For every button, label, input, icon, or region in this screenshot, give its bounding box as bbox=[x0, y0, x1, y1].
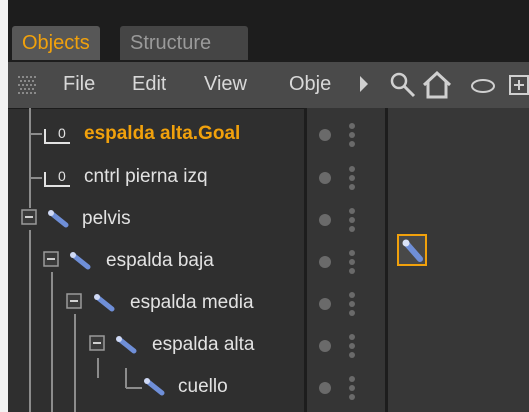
joint-icon bbox=[48, 210, 69, 228]
expand-toggle-icon[interactable] bbox=[88, 334, 108, 354]
menu-overflow-arrow-icon[interactable] bbox=[360, 76, 368, 92]
home-icon[interactable] bbox=[420, 70, 454, 100]
object-name[interactable]: espalda media bbox=[130, 291, 254, 315]
object-name[interactable]: pelvis bbox=[82, 207, 131, 231]
object-name[interactable]: espalda alta.Goal bbox=[84, 122, 240, 146]
null-object-icon: 0 bbox=[44, 125, 70, 144]
menu-edit[interactable]: Edit bbox=[132, 72, 166, 96]
object-row-pelvis[interactable]: pelvis bbox=[8, 199, 529, 241]
ik-tag-icon[interactable] bbox=[397, 234, 427, 266]
joint-icon bbox=[94, 294, 115, 312]
menu-toolbar: File Edit View Obje bbox=[8, 62, 529, 109]
visibility-dots-icon[interactable] bbox=[349, 292, 357, 316]
visibility-dots-icon[interactable] bbox=[349, 334, 357, 358]
tab-bar: Objects Structure bbox=[8, 0, 529, 62]
visibility-dots-icon[interactable] bbox=[349, 250, 357, 274]
add-icon[interactable] bbox=[508, 70, 529, 100]
visibility-dots-icon[interactable] bbox=[349, 376, 357, 400]
object-row-espalda-alta-goal[interactable]: 0 espalda alta.Goal bbox=[8, 114, 529, 156]
object-row-espalda-media[interactable]: espalda media bbox=[8, 283, 529, 325]
object-name[interactable]: espalda alta bbox=[152, 333, 254, 357]
menu-view[interactable]: View bbox=[204, 72, 247, 96]
object-name[interactable]: espalda baja bbox=[106, 249, 214, 273]
svg-text:0: 0 bbox=[58, 125, 66, 141]
visibility-dots-icon[interactable] bbox=[349, 166, 357, 190]
menu-file[interactable]: File bbox=[63, 72, 95, 96]
object-manager-panel: Objects Structure File Edit View Obje 0 … bbox=[8, 0, 529, 412]
joint-icon bbox=[116, 336, 137, 354]
null-object-icon: 0 bbox=[44, 168, 70, 187]
enabled-dot-icon[interactable] bbox=[319, 129, 331, 141]
enabled-dot-icon[interactable] bbox=[319, 382, 331, 394]
enabled-dot-icon[interactable] bbox=[319, 172, 331, 184]
visibility-dots-icon[interactable] bbox=[349, 123, 357, 147]
visibility-dots-icon[interactable] bbox=[349, 208, 357, 232]
enabled-dot-icon[interactable] bbox=[319, 214, 331, 226]
expand-toggle-icon[interactable] bbox=[20, 208, 40, 228]
svg-text:0: 0 bbox=[58, 168, 66, 184]
grip-icon[interactable] bbox=[18, 76, 38, 94]
expand-toggle-icon[interactable] bbox=[42, 250, 62, 270]
object-name[interactable]: cntrl pierna izq bbox=[84, 165, 208, 189]
expand-toggle-icon[interactable] bbox=[65, 292, 85, 312]
enabled-dot-icon[interactable] bbox=[319, 298, 331, 310]
object-row-cuello[interactable]: cuello bbox=[8, 367, 529, 409]
enabled-dot-icon[interactable] bbox=[319, 256, 331, 268]
joint-icon bbox=[70, 252, 91, 270]
search-icon[interactable] bbox=[388, 70, 418, 100]
enabled-dot-icon[interactable] bbox=[319, 340, 331, 352]
menu-objects[interactable]: Obje bbox=[289, 72, 347, 96]
object-row-espalda-baja[interactable]: espalda baja bbox=[8, 241, 529, 283]
joint-icon bbox=[144, 378, 165, 396]
eye-icon[interactable] bbox=[468, 70, 498, 100]
tab-structure[interactable]: Structure bbox=[120, 26, 248, 60]
object-row-espalda-alta[interactable]: espalda alta bbox=[8, 325, 529, 367]
tab-objects[interactable]: Objects bbox=[12, 26, 100, 60]
object-name[interactable]: cuello bbox=[178, 375, 228, 399]
object-row-cntrl-pierna-izq[interactable]: 0 cntrl pierna izq bbox=[8, 157, 529, 199]
